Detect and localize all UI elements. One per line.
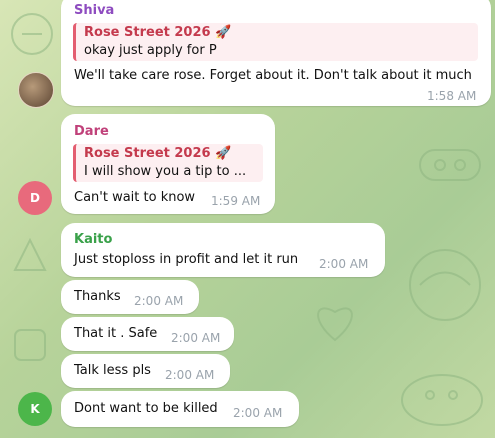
message-time: 2:00 AM xyxy=(171,331,221,345)
reply-text: okay just apply for P xyxy=(84,43,217,58)
message-text: Thanks xyxy=(74,289,121,304)
message-time: 1:59 AM xyxy=(211,194,261,208)
message-text: That it . Safe xyxy=(74,326,158,341)
message-text: Can't wait to know xyxy=(74,190,196,205)
message-bubble[interactable]: That it . Safe 2:00 AM xyxy=(61,317,234,351)
sender-name[interactable]: Shiva xyxy=(74,3,114,18)
reply-title: Rose Street 2026 🚀 xyxy=(84,146,232,161)
doodle-decoration xyxy=(13,237,47,271)
doodle-decoration xyxy=(401,374,483,426)
reply-title: Rose Street 2026 🚀 xyxy=(84,25,232,40)
avatar[interactable]: K xyxy=(18,392,52,426)
doodle-decoration xyxy=(11,13,53,55)
message-text: Just stoploss in profit and let it run xyxy=(74,252,299,267)
message-bubble[interactable]: Shiva Rose Street 2026 🚀 okay just apply… xyxy=(61,0,491,106)
message-bubble[interactable]: Talk less pls 2:00 AM xyxy=(61,354,230,388)
message-text: We'll take care rose. Forget about it. D… xyxy=(74,68,472,83)
reply-preview[interactable]: Rose Street 2026 🚀 okay just apply for P xyxy=(73,23,478,61)
avatar-letter: K xyxy=(30,402,40,416)
message-time: 2:00 AM xyxy=(165,368,215,382)
avatar[interactable]: D xyxy=(18,181,52,215)
message-time: 2:00 AM xyxy=(233,406,283,420)
chat-wallpaper: Shiva Rose Street 2026 🚀 okay just apply… xyxy=(0,0,495,441)
message-bubble[interactable]: Kaito Just stoploss in profit and let it… xyxy=(61,223,385,277)
reply-text: I will show you a tip to ... xyxy=(84,164,247,179)
doodle-decoration xyxy=(14,329,46,361)
doodle-decoration xyxy=(317,307,353,342)
message-bubble[interactable]: Dare Rose Street 2026 🚀 I will show you … xyxy=(61,114,275,214)
sender-name[interactable]: Kaito xyxy=(74,232,112,247)
message-bubble[interactable]: Dont want to be killed 2:00 AM xyxy=(61,391,299,427)
reply-preview[interactable]: Rose Street 2026 🚀 I will show you a tip… xyxy=(73,144,263,182)
avatar-letter: D xyxy=(30,191,40,205)
message-time: 2:00 AM xyxy=(134,294,184,308)
sender-name[interactable]: Dare xyxy=(74,124,109,139)
message-time: 2:00 AM xyxy=(319,257,369,271)
message-bubble[interactable]: Thanks 2:00 AM xyxy=(61,280,199,314)
message-time: 1:58 AM xyxy=(427,89,477,103)
message-text: Dont want to be killed xyxy=(74,401,218,416)
avatar[interactable] xyxy=(18,72,54,108)
message-text: Talk less pls xyxy=(74,363,151,378)
doodle-decoration xyxy=(419,149,481,181)
doodle-decoration xyxy=(409,249,481,321)
